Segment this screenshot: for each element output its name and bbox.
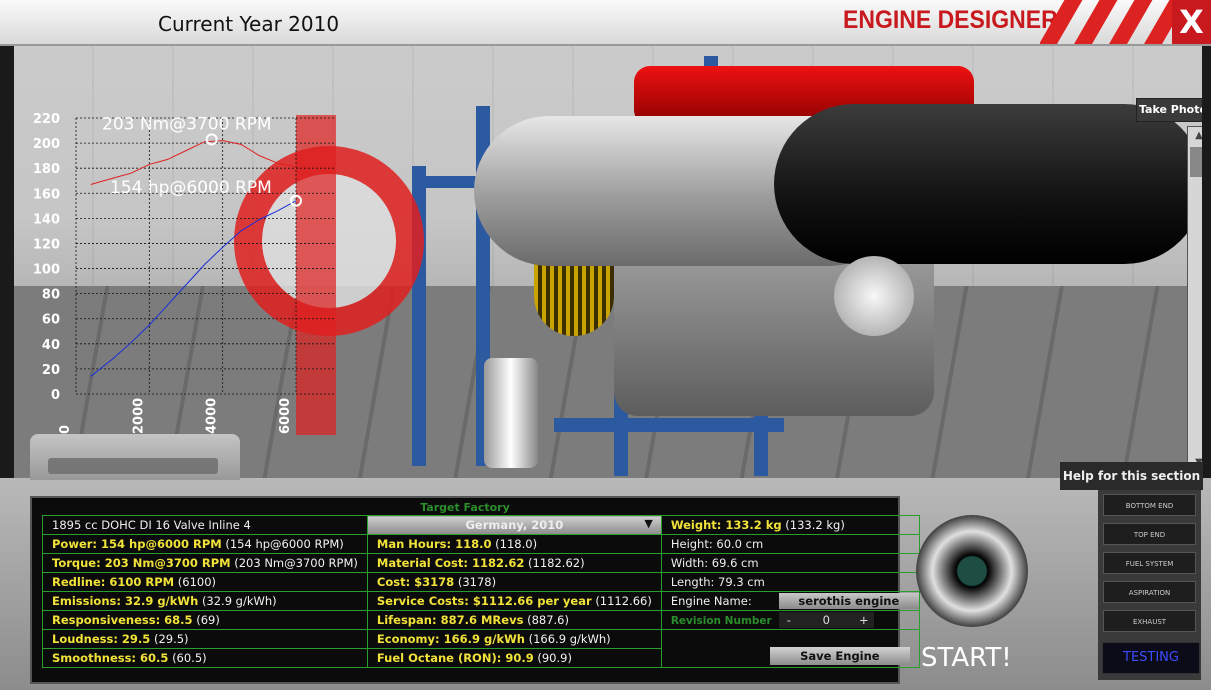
stand-frame xyxy=(554,418,784,432)
vertical-scrollbar[interactable]: ▲ ▼ xyxy=(1187,126,1202,473)
weight-stat: Weight: 133.2 kg xyxy=(670,518,782,532)
section-fuel-system-button[interactable]: FUEL SYSTEM xyxy=(1103,552,1196,574)
loudness-stat: Loudness: 29.5 xyxy=(52,632,151,646)
engine-viewport[interactable]: 0 20 40 60 80 100 120 140 160 180 200 220 0 2000 4000… xyxy=(14,46,1202,478)
y-tick-label: 200 xyxy=(33,137,60,152)
x-tick-label: 4000 xyxy=(205,398,220,434)
y-tick-label: 120 xyxy=(33,237,60,252)
redline-stat: Redline: 6100 RPM xyxy=(52,575,175,589)
y-tick-label: 220 xyxy=(33,112,60,127)
revision-value: 0 xyxy=(798,612,854,628)
y-tick-label: 140 xyxy=(33,212,60,227)
material-cost-stat: Material Cost: 1182.62 xyxy=(376,556,525,570)
responsiveness-stat: Responsiveness: 68.5 xyxy=(52,613,193,627)
panel-tab xyxy=(30,434,240,480)
section-bottom-end-button[interactable]: BOTTOM END xyxy=(1103,494,1196,516)
power-stat: Power: 154 hp@6000 RPM xyxy=(52,537,222,551)
start-button[interactable]: START! xyxy=(921,643,1012,673)
emissions-stat: Emissions: 32.9 g/kWh xyxy=(52,594,199,608)
section-exhaust-button[interactable]: EXHAUST xyxy=(1103,610,1196,632)
peak-annotation: 154 hp@6000 RPM xyxy=(110,178,272,198)
brand-stripes xyxy=(1040,0,1180,44)
target-factory-label: Target Factory xyxy=(420,501,510,514)
height-stat: Height: 60.0 cm xyxy=(660,534,920,554)
fuel-octane-stat: Fuel Octane (RON): 90.9 xyxy=(376,651,534,665)
y-tick-label: 20 xyxy=(42,363,60,378)
title-bar: Current Year 2010 ENGINE DESIGNER X xyxy=(0,0,1211,46)
intake-hose xyxy=(774,104,1202,264)
width-stat: Width: 69.6 cm xyxy=(660,553,920,573)
scroll-thumb[interactable] xyxy=(1190,147,1202,177)
cost-stat: Cost: $3178 xyxy=(376,575,455,589)
smoothness-stat: Smoothness: 60.5 xyxy=(52,651,169,665)
y-tick-label: 180 xyxy=(33,162,60,177)
section-aspiration-button[interactable]: ASPIRATION xyxy=(1103,581,1196,603)
factory-value: Germany, 2010 xyxy=(465,518,564,532)
revision-minus-button[interactable]: - xyxy=(778,612,799,628)
stats-frame: Target Factory 1895 cc DOHC DI 16 Valve … xyxy=(30,496,920,684)
section-top-end-button[interactable]: TOP END xyxy=(1103,523,1196,545)
x-tick-label: 6000 xyxy=(278,398,293,434)
testing-button[interactable]: TESTING xyxy=(1102,642,1200,674)
save-engine-button[interactable]: Save Engine xyxy=(769,647,910,665)
x-tick-label: 2000 xyxy=(131,398,146,434)
revision-plus-button[interactable]: + xyxy=(853,612,874,628)
y-tick-label: 60 xyxy=(42,313,60,328)
app-title: ENGINE DESIGNER xyxy=(843,6,1058,34)
alternator xyxy=(834,256,914,336)
target-factory-dropdown[interactable]: Germany, 2010 ▼ xyxy=(366,515,662,535)
torque-stat: Torque: 203 Nm@3700 RPM xyxy=(52,556,231,570)
man-hours-stat: Man Hours: 118.0 xyxy=(376,537,492,551)
dropdown-arrow-icon[interactable]: ▼ xyxy=(644,517,652,530)
service-costs-stat: Service Costs: $1112.66 per year xyxy=(376,594,592,608)
peak-marker xyxy=(205,133,218,146)
start-dial[interactable] xyxy=(916,515,1028,627)
stats-table: 1895 cc DOHC DI 16 Valve Inline 4 German… xyxy=(42,515,920,668)
y-tick-label: 160 xyxy=(33,187,60,202)
y-tick-label: 100 xyxy=(33,263,60,278)
close-button[interactable]: X xyxy=(1172,0,1211,44)
y-tick-label: 0 xyxy=(51,388,60,403)
engine-name-input[interactable]: serothis engine xyxy=(778,593,919,609)
power-curve xyxy=(90,200,297,377)
engine-description: 1895 cc DOHC DI 16 Valve Inline 4 xyxy=(42,515,368,535)
engine-name-label: Engine Name: xyxy=(670,594,752,608)
current-year-label: Current Year 2010 xyxy=(158,12,340,36)
y-tick-label: 80 xyxy=(42,288,60,303)
economy-stat: Economy: 166.9 g/kWh xyxy=(376,632,525,646)
scroll-up-icon[interactable]: ▲ xyxy=(1188,127,1202,145)
revision-label: Revision Number xyxy=(670,615,772,627)
help-button[interactable]: Help for this section xyxy=(1060,462,1203,490)
y-tick-label: 40 xyxy=(42,338,60,353)
air-filter xyxy=(484,358,538,468)
peak-annotation: 203 Nm@3700 RPM xyxy=(102,114,272,134)
power-torque-chart: 0 20 40 60 80 100 120 140 160 180 200 220 0 2000 4000… xyxy=(33,112,336,435)
lifespan-stat: Lifespan: 887.6 MRevs xyxy=(376,613,524,627)
x-tick-label: 0 xyxy=(58,425,73,434)
take-photo-button[interactable]: Take Photo xyxy=(1136,98,1202,122)
length-stat: Length: 79.3 cm xyxy=(660,572,920,592)
redline-band xyxy=(296,115,336,435)
